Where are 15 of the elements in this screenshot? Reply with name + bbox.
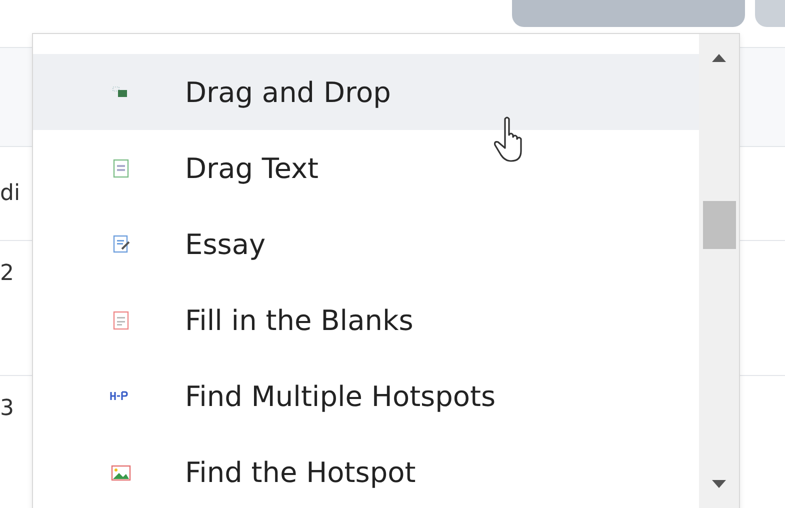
menu-item[interactable]: Find Multiple Hotspots xyxy=(33,358,699,434)
scrollbar[interactable] xyxy=(699,34,739,508)
scrollbar-thumb[interactable] xyxy=(703,201,736,249)
menu-item[interactable]: Fill in the Blanks xyxy=(33,282,699,358)
table-cell: di xyxy=(0,181,20,206)
scroll-down-icon[interactable] xyxy=(712,480,726,488)
toolbar-button[interactable] xyxy=(755,0,785,27)
scroll-up-icon[interactable] xyxy=(712,54,726,62)
toolbar-button[interactable] xyxy=(512,0,745,27)
menu-item[interactable]: Essay xyxy=(33,206,699,282)
menu-item[interactable]: Find the Hotspot xyxy=(33,434,699,508)
table-cell: 3 xyxy=(0,396,14,421)
menu-item[interactable]: Drag and Drop xyxy=(33,54,699,130)
table-cell: 2 xyxy=(0,261,14,286)
menu-item[interactable]: Drag Text xyxy=(33,130,699,206)
